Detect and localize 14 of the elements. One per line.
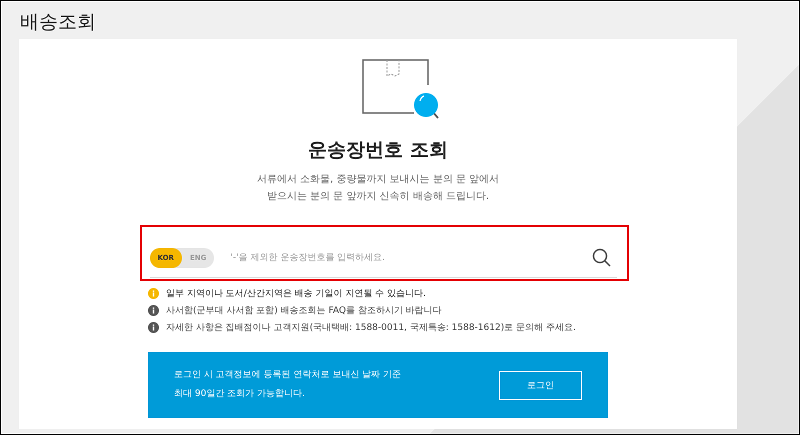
description-text: 서류에서 소화물, 중량물까지 보내시는 분의 문 앞에서	[256, 173, 500, 187]
info-icon	[148, 322, 159, 333]
info-icon	[148, 305, 159, 316]
search-icon[interactable]	[590, 246, 612, 268]
notice-text: 일부 지역이나 도서/산간지역은 배송 기일이 지연될 수 있습니다.	[166, 288, 426, 300]
banner-text: 로그인 시 고객정보에 등록된 연락처로 보내신 날짜 기준	[174, 369, 402, 382]
notice-text: 자세한 사항은 집배점이나 고객지원(국내택배: 1588-0011, 국제특송: 1588-1612)로 문의해 주세요.	[166, 322, 576, 334]
notice-text: 사서함(군부대 사서함 포함) 배송조회는 FAQ를 참조하시기 바랍니다	[166, 305, 442, 317]
tracking-number-input[interactable]: '-'을 제외한 운송장번호를 입력하세요.	[228, 252, 590, 264]
description-text: 받으시는 분의 문 앞까지 신속히 배송해 드립니다.	[266, 190, 490, 204]
warning-icon	[148, 288, 159, 299]
heading: 운송장번호 조회	[308, 138, 448, 163]
banner-text: 최대 90일간 조회가 가능합니다.	[174, 388, 306, 401]
page-title: 배송조회	[19, 10, 97, 35]
